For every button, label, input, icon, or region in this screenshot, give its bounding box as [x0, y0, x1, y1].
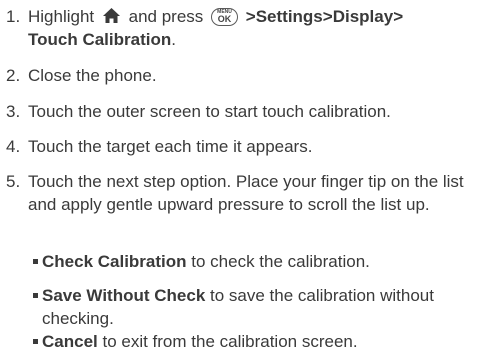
option-check-calibration: Check Calibration to check the calibrati… — [33, 250, 481, 273]
bullet-icon — [33, 259, 38, 264]
path-separator: > — [322, 7, 333, 26]
home-icon — [102, 8, 120, 23]
option-cancel: Cancel to exit from the calibration scre… — [33, 330, 481, 353]
menu-path-display: Display — [332, 7, 394, 26]
step-number: 4. — [6, 137, 21, 156]
menu-ok-key-icon: MENU OK — [211, 8, 239, 26]
option-label: Cancel — [42, 332, 98, 351]
step-number: 3. — [6, 102, 21, 121]
bullet-icon — [33, 293, 38, 298]
step-number: 5. — [6, 172, 21, 191]
step-4: 4. Touch the target each time it appears… — [6, 135, 481, 158]
step-text: Highlight — [28, 7, 95, 26]
option-save-without-check: Save Without Check to save the calibrati… — [33, 284, 481, 330]
instructions-page: 1. Highlight and press MENU OK >Settings… — [0, 0, 485, 353]
step-3: 3. Touch the outer screen to start touch… — [6, 100, 481, 123]
step-2: 2. Close the phone. — [6, 64, 481, 87]
step-text: Touch the next step option. Place your f… — [28, 172, 464, 214]
step-5: 5. Touch the next step option. Place you… — [6, 170, 481, 216]
step-1: 1. Highlight and press MENU OK >Settings… — [6, 5, 481, 51]
path-separator: > — [245, 7, 256, 26]
period: . — [171, 30, 176, 49]
step-text: and press — [128, 7, 204, 26]
bullet-icon — [33, 339, 38, 344]
step-text: Close the phone. — [28, 66, 157, 85]
option-desc: to check the calibration. — [186, 252, 370, 271]
step-text: Touch the target each time it appears. — [28, 137, 313, 156]
menu-path-touch-calibration: Touch Calibration — [28, 30, 172, 49]
menu-path-settings: Settings — [255, 7, 323, 26]
step-number: 2. — [6, 66, 21, 85]
step-number: 1. — [6, 7, 21, 26]
option-label: Check Calibration — [42, 252, 187, 271]
path-separator: > — [393, 7, 404, 26]
option-desc: to exit from the calibration screen. — [97, 332, 358, 351]
step-text: Touch the outer screen to start touch ca… — [28, 102, 391, 121]
option-label: Save Without Check — [42, 286, 206, 305]
